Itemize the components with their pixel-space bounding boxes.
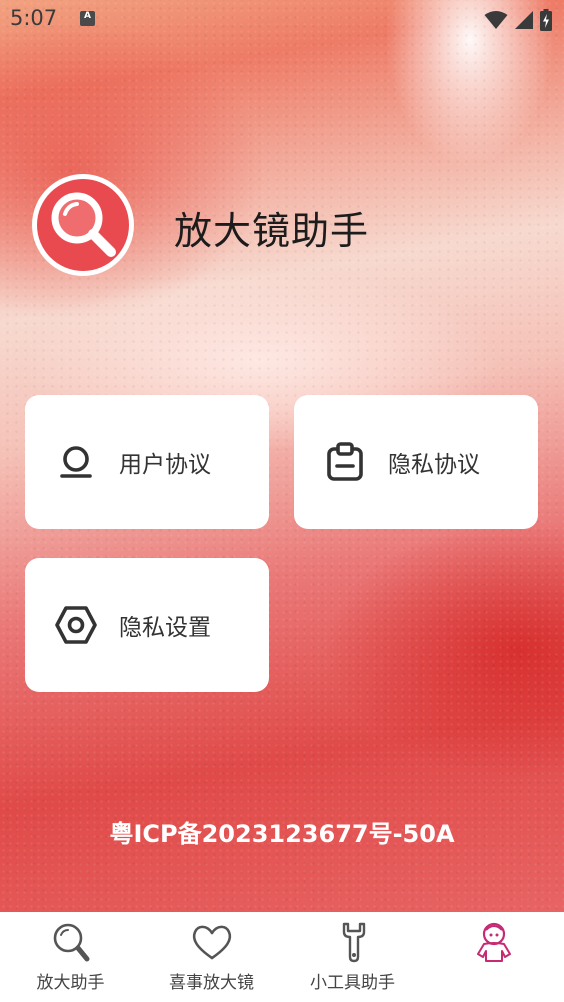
heart-icon (192, 925, 231, 960)
app-title: 放大镜助手 (174, 209, 370, 253)
battery-charging-icon (540, 9, 552, 31)
app-logo (31, 173, 135, 277)
bottom-nav: 放大助手 喜事放大镜 小工具助手 (0, 912, 564, 1002)
status-icons (484, 9, 552, 31)
clipboard-icon (324, 441, 366, 483)
icp-license-text: 粤ICP备2023123677号-50A (109, 820, 455, 848)
hex-settings-icon (55, 604, 97, 646)
nav-label: 小工具助手 (310, 973, 395, 993)
wifi-icon (484, 11, 508, 29)
magnifier-icon (53, 923, 89, 962)
app-screen: 5:07 A 放大镜助手 用户协议 隐私协议 隐私设置 粤ICP备2023123… (0, 0, 564, 1002)
privacy-agreement-card[interactable]: 隐私协议 (294, 395, 538, 529)
user-icon (55, 441, 97, 483)
user-agreement-card[interactable]: 用户协议 (25, 395, 269, 529)
nav-item-profile[interactable] (423, 912, 564, 1002)
card-label: 用户协议 (119, 452, 211, 478)
character-icon (476, 922, 511, 962)
card-label: 隐私协议 (388, 452, 480, 478)
nav-item-tools-assistant[interactable]: 小工具助手 (282, 912, 423, 1002)
privacy-settings-card[interactable]: 隐私设置 (25, 558, 269, 692)
a-letter-icon: A (80, 11, 95, 26)
magnifier-icon (32, 174, 134, 276)
nav-item-happy-magnifier[interactable]: 喜事放大镜 (141, 912, 282, 1002)
nav-item-magnifier-assistant[interactable]: 放大助手 (0, 912, 141, 1002)
nav-label: 放大助手 (36, 973, 105, 993)
nav-label: 喜事放大镜 (169, 973, 254, 993)
card-label: 隐私设置 (119, 615, 211, 641)
wrench-icon (342, 922, 365, 963)
status-time: 5:07 (10, 6, 58, 30)
status-bar: 5:07 A (0, 0, 564, 40)
signal-icon (515, 11, 533, 29)
